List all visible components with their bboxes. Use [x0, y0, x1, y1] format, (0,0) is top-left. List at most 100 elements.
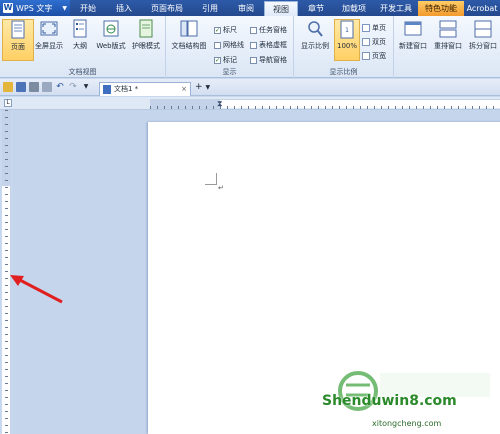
horizontal-ruler[interactable]: ⧗	[150, 99, 500, 109]
tab-view[interactable]: 视图	[264, 1, 298, 16]
single-page-icon	[362, 24, 370, 32]
document-structure-button[interactable]: 文档结构图	[170, 19, 208, 61]
page-width-button[interactable]: 页宽	[362, 51, 386, 61]
new-window-label: 新建窗口	[399, 42, 427, 50]
print-preview-icon[interactable]	[42, 82, 52, 92]
document-tab[interactable]: 文档1 * ×	[99, 81, 191, 96]
single-page-button[interactable]: 单页	[362, 23, 386, 33]
wps-logo-icon: W	[3, 3, 13, 13]
rearrange-window-label: 重排窗口	[434, 42, 462, 50]
tab-sections[interactable]: 章节	[298, 0, 334, 16]
double-page-button[interactable]: 双页	[362, 37, 386, 47]
tab-references[interactable]: 引用	[192, 0, 228, 16]
save-icon[interactable]	[16, 82, 26, 92]
tab-acrobat[interactable]: Acrobat	[464, 0, 500, 16]
task-pane-checkbox-label: 任务窗格	[259, 26, 287, 34]
tab-page-layout[interactable]: 页面布局	[142, 0, 192, 16]
open-folder-icon[interactable]	[3, 82, 13, 92]
annotation-arrow-icon	[10, 275, 63, 304]
checkbox-unchecked-icon	[250, 56, 257, 64]
document-structure-icon	[180, 20, 198, 37]
web-layout-button[interactable]: Web版式	[95, 19, 127, 61]
tab-stop-selector-icon[interactable]: L	[4, 99, 12, 107]
markup-checkbox-label: 标记	[223, 56, 237, 64]
document-icon	[103, 84, 111, 94]
gridlines-checkbox-label: 网格线	[223, 41, 244, 49]
eye-protection-button[interactable]: 护眼模式	[128, 19, 164, 61]
document-structure-label: 文档结构图	[171, 42, 207, 50]
page-view-button[interactable]: 页面	[2, 19, 34, 61]
double-page-label: 双页	[372, 38, 386, 46]
eye-protection-label: 护眼模式	[132, 42, 160, 50]
split-window-icon	[474, 20, 492, 38]
redo-icon[interactable]: ↷	[68, 82, 78, 92]
page-width-label: 页宽	[372, 52, 386, 60]
markup-checkbox[interactable]: ✓ 标记	[214, 55, 237, 65]
zoom-button[interactable]: 显示比例	[298, 19, 332, 61]
ruler-checkbox-label: 标尺	[223, 26, 237, 34]
web-layout-label: Web版式	[96, 42, 126, 50]
document-tab-label: 文档1 *	[114, 85, 139, 93]
group-show: 文档结构图 ✓ 标尺 网格线 ✓ 标记 任务窗格 表格虚框 导航窗格 显示	[166, 16, 294, 78]
fullscreen-label: 全屏显示	[35, 42, 63, 50]
undo-icon[interactable]: ↶	[55, 82, 65, 92]
fullscreen-icon	[40, 21, 58, 36]
horizontal-ruler-row: L ⧗	[0, 97, 500, 110]
navigation-pane-checkbox-label: 导航窗格	[259, 56, 287, 64]
ruler-ticks	[150, 100, 500, 109]
app-title: WPS 文字	[16, 3, 53, 13]
outline-button[interactable]: 大纲	[64, 19, 96, 61]
rearrange-window-button[interactable]: 重排窗口	[431, 19, 465, 61]
navigation-pane-checkbox[interactable]: 导航窗格	[250, 55, 287, 65]
rearrange-window-icon	[439, 20, 457, 38]
new-tab-icon[interactable]: +	[195, 82, 203, 92]
magnifier-icon	[308, 21, 323, 37]
group-window: 新建窗口 重排窗口 拆分窗口	[394, 16, 500, 78]
checkbox-checked-icon: ✓	[214, 56, 221, 64]
table-gridlines-checkbox[interactable]: 表格虚框	[250, 40, 287, 50]
indent-marker-icon[interactable]: ⧗	[217, 99, 223, 109]
checkbox-unchecked-icon	[250, 41, 257, 49]
task-pane-checkbox[interactable]: 任务窗格	[250, 25, 287, 35]
ruler-checkbox[interactable]: ✓ 标尺	[214, 25, 237, 35]
outline-label: 大纲	[73, 42, 87, 50]
page-view-label: 页面	[11, 43, 25, 51]
tab-insert[interactable]: 插入	[106, 0, 142, 16]
checkbox-unchecked-icon	[250, 26, 257, 34]
svg-text:1: 1	[345, 27, 349, 34]
watermark-subtext: xitongcheng.com	[372, 419, 442, 428]
split-window-label: 拆分窗口	[469, 42, 497, 50]
qat-dropdown-icon[interactable]: ▼	[81, 82, 91, 92]
group-document-view: 页面 全屏显示 大纲 Web版式 护眼模式 文档视图	[0, 16, 166, 78]
app-menu-button[interactable]: W WPS 文字 ▼	[0, 0, 70, 16]
new-window-icon	[404, 21, 422, 36]
tab-review[interactable]: 审阅	[228, 0, 264, 16]
checkbox-checked-icon: ✓	[214, 26, 221, 34]
tab-dropdown-icon[interactable]: ▼	[206, 84, 211, 91]
close-icon[interactable]: ×	[181, 85, 187, 93]
zoom-100-label: 100%	[336, 42, 357, 50]
tab-special-features[interactable]: 特色功能	[418, 1, 464, 16]
tab-home[interactable]: 开始	[70, 0, 106, 16]
split-window-button[interactable]: 拆分窗口	[466, 19, 500, 61]
gridlines-checkbox[interactable]: 网格线	[214, 40, 244, 50]
group-label-zoom: 显示比例	[329, 68, 358, 76]
watermark-text: Shenduwin8.com	[322, 393, 457, 409]
page-width-icon	[362, 52, 370, 60]
fullscreen-button[interactable]: 全屏显示	[33, 19, 65, 61]
group-zoom: 显示比例 1 100% 单页 双页 页宽 显示比例	[294, 16, 394, 78]
paragraph-mark: ↵	[218, 184, 224, 192]
page-100-icon: 1	[340, 20, 354, 39]
new-window-button[interactable]: 新建窗口	[396, 19, 430, 61]
print-icon[interactable]	[29, 82, 39, 92]
ribbon-tab-bar: W WPS 文字 ▼ 开始 插入 页面布局 引用 审阅 视图 章节 加载项 开发…	[0, 0, 500, 16]
tab-developer[interactable]: 开发工具	[374, 0, 418, 16]
checkbox-unchecked-icon	[214, 41, 221, 49]
zoom-100-button[interactable]: 1 100%	[334, 19, 360, 61]
zoom-label: 显示比例	[301, 42, 329, 50]
table-gridlines-checkbox-label: 表格虚框	[259, 41, 287, 49]
group-label-show: 显示	[222, 68, 237, 76]
quick-access-toolbar: ↶ ↷ ▼ 文档1 * × + ▼	[0, 79, 500, 96]
tab-addins[interactable]: 加载项	[334, 0, 374, 16]
group-label-document-view: 文档视图	[68, 68, 97, 76]
